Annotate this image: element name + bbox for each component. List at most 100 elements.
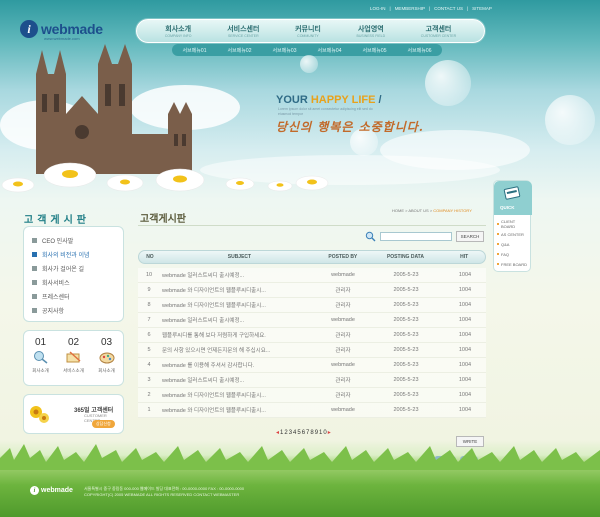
quick-link-02[interactable]: 02 서비스소개 [59, 337, 89, 385]
row-no: 10 [145, 272, 153, 278]
consult-button[interactable]: 상담신청 [92, 420, 115, 428]
gnb-sublabel: BUSINESS FIELD [356, 34, 386, 38]
gnb-sublabel: CUSTOMER CENTER [420, 34, 457, 38]
contact-link[interactable]: CONTACT US [434, 6, 463, 11]
row-hit: 1004 [458, 272, 472, 278]
table-row[interactable]: 10 webmade 일러스트씨디 출시예정... webmade 2005-5-23… [138, 268, 486, 283]
row-subject[interactable]: webmade 일러스트씨디 출시예정... [160, 271, 318, 279]
row-subject[interactable]: webmade 일러스트씨디 출시예정... [160, 316, 318, 324]
row-hit: 1004 [458, 302, 472, 308]
divider: | [389, 6, 391, 11]
row-author: webmade [331, 317, 355, 323]
table-row[interactable]: 1 webmade 와 디자이언트의 웹플루씨디출시... webmade 2005-… [138, 403, 486, 418]
global-nav: 회사소개 COMPANY INFO 서비스센터 SERVICE CENTER 커뮤니… [136, 19, 485, 43]
left-nav-item[interactable]: 프레스센터 [32, 289, 115, 303]
pencil-icon [66, 351, 81, 363]
gnb-item-community[interactable]: 커뮤니티 COMMUNITY [295, 24, 321, 38]
row-subject[interactable]: webmade 와 디자이언트의 웹플루씨디출시... [160, 301, 318, 309]
left-nav-item[interactable]: CEO 인사말 [32, 233, 115, 247]
footer-address: 서울특별시 중구 중림동 000-000 웹메이드 빌딩 대표전화 : 00-0… [84, 486, 244, 498]
row-no: 9 [147, 287, 151, 293]
row-no: 6 [147, 332, 151, 338]
row-subject[interactable]: 문의 사항 있으시면 언제든지문의 해 주십시요... [160, 346, 318, 354]
section-title: 고객게시판 [24, 215, 90, 226]
quick-menu-item[interactable]: AS CENTER [497, 229, 530, 239]
subnav-item[interactable]: 서브메뉴02 [228, 47, 252, 54]
bullet-icon [32, 265, 37, 271]
page-numbers[interactable]: 12345678910 [280, 430, 328, 436]
bullet-icon [32, 279, 37, 285]
subnav-item[interactable]: 서브메뉴05 [363, 47, 387, 54]
row-hit: 1004 [458, 407, 472, 413]
row-date: 2005-5-23 [393, 362, 419, 368]
gnb-sublabel: COMPANY INFO [164, 34, 192, 38]
row-no: 3 [147, 377, 151, 383]
table-row[interactable]: 7 webmade 일러스트씨디 출시예정... webmade 2005-5-23 1… [138, 313, 486, 328]
row-author: 관리자 [335, 333, 351, 339]
quick-menu-item[interactable]: FAQ [497, 249, 530, 259]
row-subject[interactable]: webmade 와 디자이언트의 웹플루씨디출시... [160, 391, 318, 399]
column-header-subject: SUBJECT [227, 254, 252, 260]
left-nav-label: 회사서비스 [42, 280, 70, 287]
left-nav-item[interactable]: 공지사항 [32, 303, 115, 317]
left-nav-item-active[interactable]: 회사의 비전과 이념 [32, 247, 115, 261]
search-button[interactable]: SEARCH [456, 231, 484, 242]
row-subject[interactable]: webmade 를 이용해 주셔서 감사합니다. [160, 361, 318, 369]
row-date: 2005-5-23 [393, 347, 419, 353]
row-hit: 1004 [458, 317, 472, 323]
row-author: 관리자 [335, 348, 351, 354]
page-title: 고객게시판 [140, 214, 186, 225]
table-row[interactable]: 9 webmade 와 디자이언트의 웹플루씨디출시... 관리자 2005-5-23… [138, 283, 486, 298]
table-row[interactable]: 2 webmade 와 디자이언트의 웹플루씨디출시... 관리자 2005-5-23… [138, 388, 486, 403]
column-header-date: POSTING DATA [386, 254, 424, 260]
gnb-item-business[interactable]: 사업영역 BUSINESS FIELD [357, 24, 386, 38]
table-row[interactable]: 8 webmade 와 디자이언트의 웹플루씨디출시... 관리자 2005-5-23… [138, 298, 486, 313]
membership-link[interactable]: MEMBERSHIP [395, 6, 425, 11]
row-date: 2005-5-23 [393, 317, 419, 323]
quick-menu: QUICK CLIENT BOARD AS CENTER Q&A FAQ FRE… [493, 180, 532, 272]
divider: | [428, 6, 431, 11]
gnb-item-company[interactable]: 회사소개 COMPANY INFO [165, 24, 192, 38]
breadcrumb: HOME > ABOUT US > COMPANY HISTORY [392, 208, 472, 213]
table-row[interactable]: 6 웹플루씨디를 통해 보다 저렴하게 구입하세요. 관리자 2005-5-23 100… [138, 328, 486, 343]
quick-menu-item[interactable]: Q&A [497, 239, 530, 249]
left-nav: CEO 인사말 회사의 비전과 이념 회사가 걸어온 길 회사서비스 프레스센터… [23, 226, 124, 322]
row-subject[interactable]: webmade 일러스트씨디 출시예정... [160, 376, 318, 384]
slogan-part: / [375, 94, 382, 106]
row-subject[interactable]: 웹플루씨디를 통해 보다 저렴하게 구입하세요. [160, 331, 318, 339]
next-page-icon[interactable]: ▸ [328, 430, 332, 436]
slogan: YOUR HAPPY LIFE / [276, 94, 382, 106]
quick-menu-item[interactable]: CLIENT BOARD [497, 219, 530, 229]
search-input[interactable] [380, 232, 452, 241]
top-links: LOG-IN | MEMBERSHIP | CONTACT US | SITEM… [370, 6, 492, 11]
subnav-item[interactable]: 서브메뉴03 [273, 47, 297, 54]
customer-center-box: 365일 고객센터 CUSTOMER CENTER 상담신청 [23, 394, 124, 434]
sitemap-link[interactable]: SITEMAP [472, 6, 492, 11]
quick-menu-header: QUICK [494, 181, 532, 215]
row-date: 2005-5-23 [393, 302, 419, 308]
row-no: 1 [147, 407, 151, 413]
column-header-no: NO [146, 254, 154, 260]
slogan-part: YOUR [276, 94, 311, 106]
row-author: 관리자 [335, 288, 351, 294]
quick-link-03[interactable]: 03 회사소개 [92, 337, 122, 385]
gnb-item-service[interactable]: 서비스센터 SERVICE CENTER [227, 24, 259, 38]
quick-menu-item[interactable]: FREE BOARD [497, 259, 530, 269]
row-hit: 1004 [458, 347, 472, 353]
subnav-item[interactable]: 서브메뉴06 [408, 47, 432, 54]
table-row[interactable]: 4 webmade 를 이용해 주셔서 감사합니다. webmade 2005-5-2… [138, 358, 486, 373]
table-row[interactable]: 3 webmade 일러스트씨디 출시예정... 관리자 2005-5-23 1004 [138, 373, 486, 388]
left-nav-item[interactable]: 회사서비스 [32, 275, 115, 289]
row-subject[interactable]: webmade 와 디자이언트의 웹플루씨디출시... [160, 286, 318, 294]
daisy-flowers [1, 162, 329, 193]
quick-link-01[interactable]: 01 회사소개 [26, 337, 56, 385]
row-subject[interactable]: webmade 와 디자이언트의 웹플루씨디출시... [160, 406, 318, 414]
login-link[interactable]: LOG-IN [370, 6, 386, 11]
subnav-item[interactable]: 서브메뉴04 [318, 47, 342, 54]
left-nav-item[interactable]: 회사가 걸어온 길 [32, 261, 115, 275]
breadcrumb-current: COMPANY HISTORY [433, 208, 472, 213]
row-author: webmade [331, 362, 355, 368]
magnifier-icon [33, 351, 47, 364]
table-row[interactable]: 5 문의 사항 있으시면 언제든지문의 해 주십시요... 관리자 2005-5-23… [138, 343, 486, 358]
gnb-item-customer[interactable]: 고객센터 CUSTOMER CENTER [421, 24, 456, 38]
